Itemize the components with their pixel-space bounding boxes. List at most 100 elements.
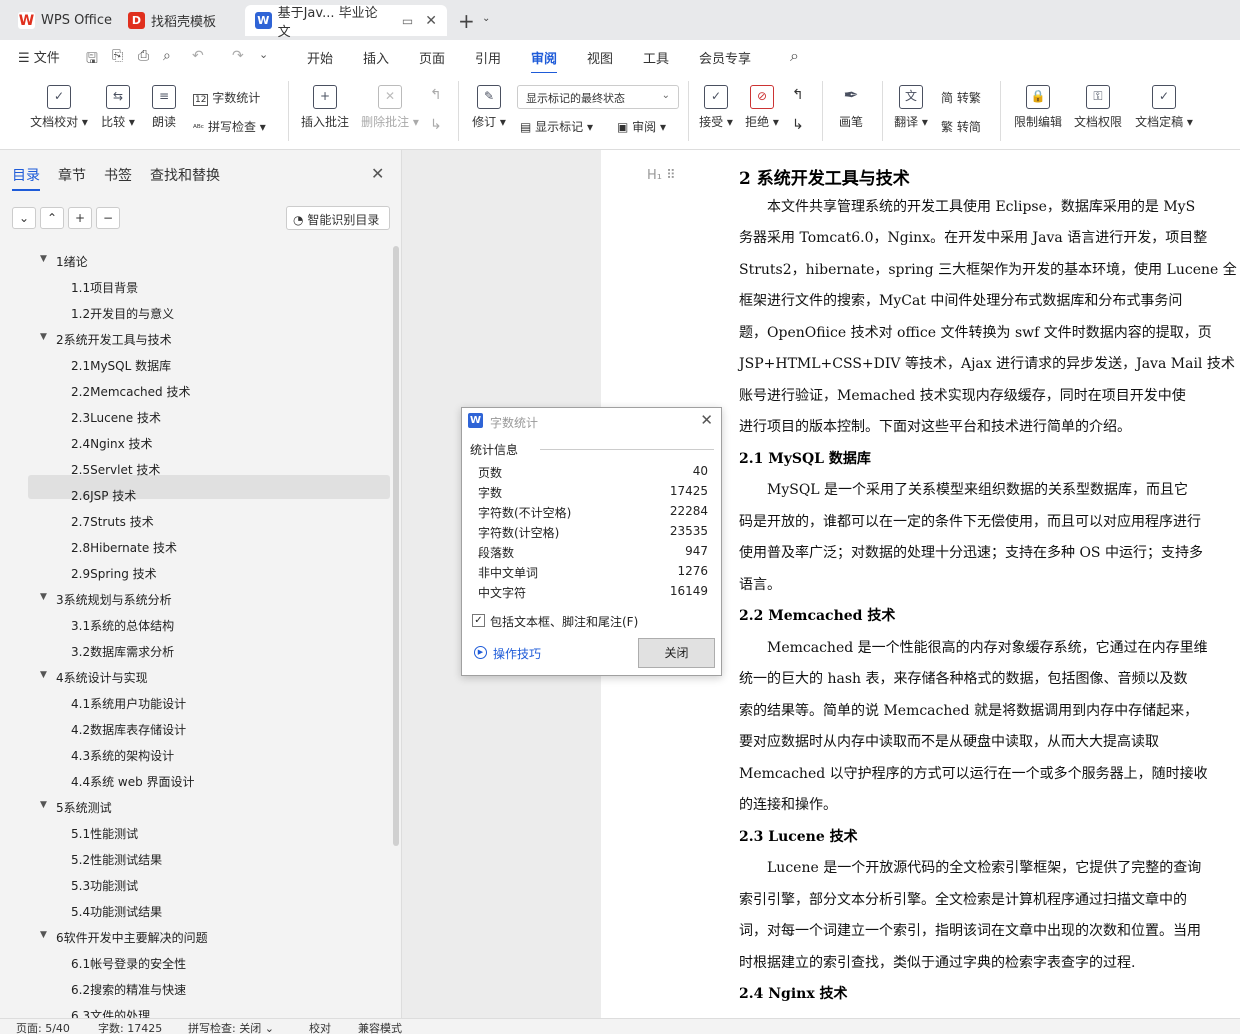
toc-item-chapter[interactable]: ▼ 5系统测试 [40, 799, 112, 816]
close-button[interactable]: 关闭 [638, 638, 715, 668]
track-changes-button[interactable]: ✎ 修订 ▾ [470, 85, 508, 130]
more-chevron-icon[interactable]: ⌄ [259, 48, 268, 61]
expand-down-icon[interactable]: ⌄ [12, 207, 36, 229]
include-textboxes-checkbox[interactable]: ✓ [472, 614, 485, 627]
show-markup-button[interactable]: ▤ 显示标记 ▾ [520, 118, 593, 135]
search-icon[interactable]: ⌕ [790, 46, 799, 66]
toc-item-section[interactable]: 2.8Hibernate 技术 [71, 539, 177, 556]
word-count-button[interactable]: 12 字数统计 [193, 89, 260, 106]
tab-docer-templates[interactable]: D 找稻壳模板 [118, 5, 226, 36]
toc-item-section[interactable]: 2.3Lucene 技术 [71, 409, 161, 426]
tab-current-document[interactable]: W 基于Jav... 毕业论文 ▭ ✕ [245, 5, 447, 40]
toc-item-chapter[interactable]: ▼ 3系统规划与系统分析 [40, 591, 172, 608]
close-tab-icon[interactable]: ✕ [425, 13, 437, 29]
tab-insert[interactable]: 插入 [363, 48, 389, 67]
compare-button[interactable]: ⇆ 比较 ▾ [98, 85, 138, 130]
next-change-icon[interactable]: ↳ [792, 117, 804, 133]
toc-item-section[interactable]: 3.2数据库需求分析 [71, 643, 174, 660]
to-traditional-button[interactable]: 简 转繁 [941, 89, 981, 106]
ink-button[interactable]: ✒ 画笔 [836, 85, 866, 130]
close-icon[interactable]: ✕ [371, 164, 384, 183]
expand-arrow-icon[interactable]: ▼ [40, 670, 47, 680]
expand-arrow-icon[interactable]: ▼ [40, 254, 47, 264]
remove-heading-icon[interactable]: − [96, 207, 120, 229]
nav-scrollbar[interactable] [393, 246, 399, 846]
collapse-up-icon[interactable]: ⌃ [40, 207, 64, 229]
expand-arrow-icon[interactable]: ▼ [40, 332, 47, 342]
read-aloud-button[interactable]: ≡ 朗读 [148, 85, 180, 130]
tab-membership[interactable]: 会员专享 [699, 48, 751, 67]
tab-review[interactable]: 审阅 [531, 48, 558, 74]
print-preview-icon[interactable]: ⌕ [163, 48, 171, 64]
toc-item-section[interactable]: 5.2性能测试结果 [71, 851, 162, 868]
doc-proof-button[interactable]: ✓ 文档校对 ▾ [28, 85, 90, 130]
markup-state-select[interactable]: 显示标记的最终状态 ⌄ [517, 85, 679, 109]
spell-check-button[interactable]: ᴬᴮᶜ 拼写检查 ▾ [193, 118, 266, 135]
accept-button[interactable]: ✓ 接受 ▾ [698, 85, 734, 130]
reject-button[interactable]: ⊘ 拒绝 ▾ [744, 85, 780, 130]
toc-item-section[interactable]: 2.4Nginx 技术 [71, 435, 153, 452]
nav-tab-find-replace[interactable]: 查找和替换 [150, 165, 220, 185]
tab-home[interactable]: 开始 [307, 48, 333, 67]
toc-item-section[interactable]: 5.3功能测试 [71, 877, 138, 894]
proof-status[interactable]: 校对 [309, 1020, 331, 1034]
next-comment-icon[interactable]: ↳ [430, 117, 442, 133]
tips-link[interactable]: 操作技巧 [493, 645, 541, 662]
close-icon[interactable]: ✕ [700, 411, 713, 429]
print-icon[interactable]: ⎙ [138, 48, 149, 64]
delete-comment-button[interactable]: ✕ 删除批注 ▾ [360, 85, 420, 130]
toc-item-section[interactable]: 1.1项目背景 [71, 279, 138, 296]
toc-item-section[interactable]: 6.1帐号登录的安全性 [71, 955, 186, 972]
smart-toc-button[interactable]: ◔ 智能识别目录 [286, 206, 390, 230]
toc-item-section[interactable]: 2.5Servlet 技术 [71, 461, 160, 478]
toc-item-section[interactable]: 4.2数据库表存储设计 [71, 721, 186, 738]
insert-comment-button[interactable]: + 插入批注 [300, 85, 350, 130]
restrict-edit-button[interactable]: 🔒 限制编辑 [1012, 85, 1064, 130]
review-pane-button[interactable]: ▣ 审阅 ▾ [617, 118, 666, 135]
doc-permission-button[interactable]: ⚿ 文档权限 [1072, 85, 1124, 130]
expand-arrow-icon[interactable]: ▼ [40, 592, 47, 602]
tab-wps-office[interactable]: W WPS Office [8, 5, 122, 36]
checkbox-label[interactable]: 包括文本框、脚注和尾注(F) [490, 613, 638, 630]
toc-item-section[interactable]: 3.1系统的总体结构 [71, 617, 174, 634]
translate-button[interactable]: 文 翻译 ▾ [893, 85, 929, 130]
toc-item-section[interactable]: 4.4系统 web 界面设计 [71, 773, 195, 790]
play-tips-icon[interactable]: ▶ [474, 646, 487, 659]
heading-handle-icon[interactable]: H₁ ⠿ [647, 168, 676, 183]
tab-tools[interactable]: 工具 [643, 48, 669, 67]
add-heading-icon[interactable]: + [68, 207, 92, 229]
toc-item-chapter[interactable]: ▼ 1绪论 [40, 253, 88, 270]
nav-tab-toc[interactable]: 目录 [12, 165, 40, 191]
previous-change-icon[interactable]: ↰ [792, 87, 804, 103]
toc-item-section[interactable]: 2.1MySQL 数据库 [71, 357, 171, 374]
expand-arrow-icon[interactable]: ▼ [40, 800, 47, 810]
redo-icon[interactable]: ↷ [232, 48, 244, 64]
toc-item-section[interactable]: 5.4功能测试结果 [71, 903, 162, 920]
toc-item-section[interactable]: 4.1系统用户功能设计 [71, 695, 186, 712]
toc-item-chapter[interactable]: ▼ 6软件开发中主要解决的问题 [40, 929, 208, 946]
nav-tab-sections[interactable]: 章节 [58, 165, 86, 185]
nav-tab-bookmarks[interactable]: 书签 [104, 165, 132, 185]
share-icon[interactable]: ⎘ [112, 48, 123, 64]
toc-item-section[interactable]: 4.3系统的架构设计 [71, 747, 174, 764]
undo-icon[interactable]: ↶ [192, 48, 204, 64]
toc-item-section[interactable]: 2.9Spring 技术 [71, 565, 157, 582]
chevron-down-icon[interactable]: ⌄ [482, 13, 490, 24]
toc-item-section[interactable]: 5.1性能测试 [71, 825, 138, 842]
expand-arrow-icon[interactable]: ▼ [40, 930, 47, 940]
previous-comment-icon[interactable]: ↰ [430, 87, 442, 103]
tab-view[interactable]: 视图 [587, 48, 613, 67]
monitor-icon[interactable]: ▭ [402, 14, 413, 28]
toc-item-section[interactable]: 6.2搜索的精准与快速 [71, 981, 186, 998]
save-icon[interactable]: 🖫 [86, 48, 98, 72]
toc-item-section[interactable]: 2.6JSP 技术 [71, 487, 136, 504]
new-tab-plus-icon[interactable]: + [458, 9, 475, 33]
tab-references[interactable]: 引用 [475, 48, 501, 67]
toc-item-chapter[interactable]: ▼ 4系统设计与实现 [40, 669, 148, 686]
spell-check-status[interactable]: 拼写检查: 关闭 ⌄ [188, 1020, 274, 1034]
toc-item-chapter[interactable]: ▼ 2系统开发工具与技术 [40, 331, 172, 348]
word-count-status[interactable]: 字数: 17425 [98, 1020, 162, 1034]
file-menu-button[interactable]: ☰ 文件 [18, 47, 60, 66]
to-simplified-button[interactable]: 繁 转简 [941, 118, 981, 135]
page-indicator[interactable]: 页面: 5/40 [16, 1020, 70, 1034]
